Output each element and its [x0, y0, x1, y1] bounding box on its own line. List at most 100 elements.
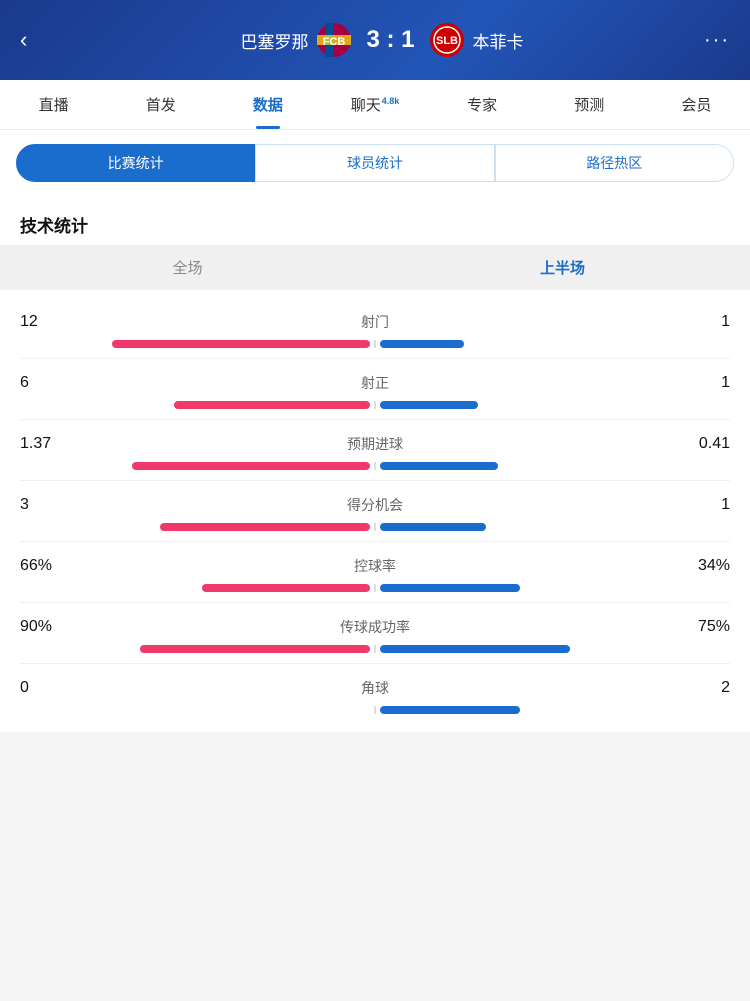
bar-fill-left-possession [202, 584, 370, 592]
header: ‹ 巴塞罗那 FCB 3 : 1 SLB 本菲卡 · [0, 0, 750, 80]
stat-row-corners: 0 角球 2 [20, 664, 730, 724]
bar-left-wrap-shots_on_target [20, 401, 370, 409]
bar-fill-left-pass_accuracy [140, 645, 370, 653]
stat-left-shots_on_target: 6 [20, 374, 70, 392]
stat-label-chances: 得分机会 [347, 495, 403, 515]
stat-row-shots: 12 射门 1 [20, 298, 730, 359]
stat-label-expected_goals: 预期进球 [347, 434, 403, 454]
bar-fill-right-shots [380, 340, 464, 348]
nav-bar: 直播 首发 数据 聊天4.8k 专家 预测 会员 [0, 80, 750, 130]
nav-label-live: 直播 [39, 94, 69, 115]
stat-values-pass_accuracy: 90% 传球成功率 75% [20, 617, 730, 637]
bar-right-wrap-possession [380, 584, 730, 592]
bar-right-wrap-pass_accuracy [380, 645, 730, 653]
stats-container: 12 射门 1 6 射正 1 [0, 290, 750, 732]
stat-values-shots: 12 射门 1 [20, 312, 730, 332]
stat-bars-pass_accuracy [20, 645, 730, 653]
stat-bars-possession [20, 584, 730, 592]
bar-fill-right-corners [380, 706, 520, 714]
more-button[interactable]: ··· [704, 29, 730, 52]
stat-row-chances: 3 得分机会 1 [20, 481, 730, 542]
bar-right-wrap-chances [380, 523, 730, 531]
stat-label-shots: 射门 [361, 312, 389, 332]
home-team-logo: FCB [316, 22, 352, 58]
score-display: 3 : 1 [366, 26, 414, 54]
stat-left-possession: 66% [20, 557, 70, 575]
section-title: 技术统计 [0, 196, 750, 245]
sub-tab-match[interactable]: 比赛统计 [16, 144, 255, 182]
nav-label-expert: 专家 [467, 94, 497, 115]
stat-values-corners: 0 角球 2 [20, 678, 730, 698]
stat-values-possession: 66% 控球率 34% [20, 556, 730, 576]
match-score: 巴塞罗那 FCB 3 : 1 SLB 本菲卡 [60, 22, 704, 58]
sub-tab-player[interactable]: 球员统计 [255, 144, 494, 182]
stat-row-expected_goals: 1.37 预期进球 0.41 [20, 420, 730, 481]
stat-right-possession: 34% [680, 557, 730, 575]
stat-right-expected_goals: 0.41 [680, 435, 730, 453]
stat-values-expected_goals: 1.37 预期进球 0.41 [20, 434, 730, 454]
bar-left-wrap-possession [20, 584, 370, 592]
stat-label-shots_on_target: 射正 [361, 373, 389, 393]
home-team-name: 巴塞罗那 [240, 28, 308, 53]
bar-divider-possession [374, 584, 376, 592]
nav-label-member: 会员 [681, 94, 711, 115]
stat-row-shots_on_target: 6 射正 1 [20, 359, 730, 420]
stat-left-chances: 3 [20, 496, 70, 514]
stat-label-corners: 角球 [361, 678, 389, 698]
nav-label-lineup: 首发 [146, 94, 176, 115]
stat-right-chances: 1 [680, 496, 730, 514]
stat-label-possession: 控球率 [354, 556, 396, 576]
bar-fill-left-chances [160, 523, 370, 531]
nav-label-predict: 预测 [574, 94, 604, 115]
stat-row-possession: 66% 控球率 34% [20, 542, 730, 603]
bar-divider-shots_on_target [374, 401, 376, 409]
bar-fill-right-possession [380, 584, 520, 592]
stat-right-corners: 2 [680, 679, 730, 697]
stat-values-shots_on_target: 6 射正 1 [20, 373, 730, 393]
bar-right-wrap-shots [380, 340, 730, 348]
away-team-logo: SLB [429, 22, 465, 58]
stat-bars-shots_on_target [20, 401, 730, 409]
svg-text:FCB: FCB [323, 36, 346, 48]
bar-fill-right-expected_goals [380, 462, 498, 470]
bar-divider-shots [374, 340, 376, 348]
nav-item-expert[interactable]: 专家 [429, 80, 536, 129]
stat-left-corners: 0 [20, 679, 70, 697]
nav-item-chat[interactable]: 聊天4.8k [321, 80, 428, 129]
nav-item-predict[interactable]: 预测 [536, 80, 643, 129]
nav-item-data[interactable]: 数据 [214, 80, 321, 129]
stat-row-pass_accuracy: 90% 传球成功率 75% [20, 603, 730, 664]
stat-bars-expected_goals [20, 462, 730, 470]
nav-item-member[interactable]: 会员 [643, 80, 750, 129]
nav-item-live[interactable]: 直播 [0, 80, 107, 129]
stat-left-pass_accuracy: 90% [20, 618, 70, 636]
stat-values-chances: 3 得分机会 1 [20, 495, 730, 515]
nav-label-data: 数据 [253, 94, 283, 115]
sub-tab-heatmap[interactable]: 路径热区 [495, 144, 734, 182]
bar-right-wrap-shots_on_target [380, 401, 730, 409]
bar-right-wrap-corners [380, 706, 730, 714]
bar-fill-left-shots [112, 340, 370, 348]
stat-left-shots: 12 [20, 313, 70, 331]
svg-text:SLB: SLB [436, 35, 458, 47]
first-half-button[interactable]: 上半场 [375, 245, 750, 290]
bar-right-wrap-expected_goals [380, 462, 730, 470]
stat-right-shots: 1 [680, 313, 730, 331]
nav-item-lineup[interactable]: 首发 [107, 80, 214, 129]
stat-label-pass_accuracy: 传球成功率 [340, 617, 410, 637]
bar-divider-corners [374, 706, 376, 714]
back-button[interactable]: ‹ [20, 27, 60, 53]
full-time-button[interactable]: 全场 [0, 245, 375, 290]
away-team-name: 本菲卡 [473, 28, 524, 53]
bar-divider-expected_goals [374, 462, 376, 470]
bar-left-wrap-pass_accuracy [20, 645, 370, 653]
stat-bars-corners [20, 706, 730, 714]
back-icon: ‹ [20, 27, 27, 53]
bar-divider-chances [374, 523, 376, 531]
bar-divider-pass_accuracy [374, 645, 376, 653]
nav-label-chat: 聊天4.8k [351, 94, 400, 115]
bar-left-wrap-chances [20, 523, 370, 531]
stat-bars-chances [20, 523, 730, 531]
stat-bars-shots [20, 340, 730, 348]
bar-fill-left-shots_on_target [174, 401, 370, 409]
